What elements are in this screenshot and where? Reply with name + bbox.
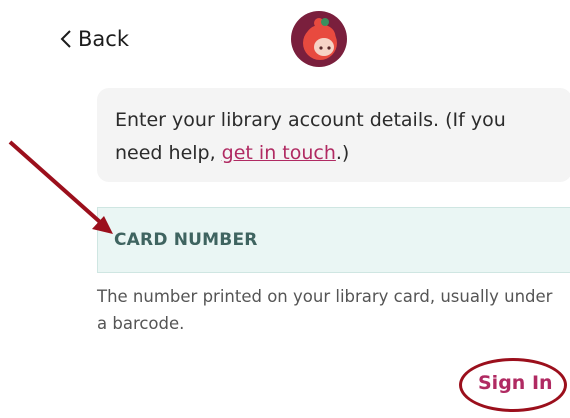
back-label: Back [78,27,129,51]
chevron-left-icon [60,30,71,48]
back-button[interactable]: Back [60,27,129,51]
libby-logo-icon [291,11,347,67]
card-number-hint: The number printed on your library card,… [97,287,553,333]
info-text-end: .) [335,142,350,164]
sign-in-button[interactable]: Sign In [478,372,553,394]
card-number-field[interactable]: CARD NUMBER [97,207,570,273]
info-message: Enter your library account details. (If … [97,88,570,182]
get-in-touch-link[interactable]: get in touch [222,142,336,164]
